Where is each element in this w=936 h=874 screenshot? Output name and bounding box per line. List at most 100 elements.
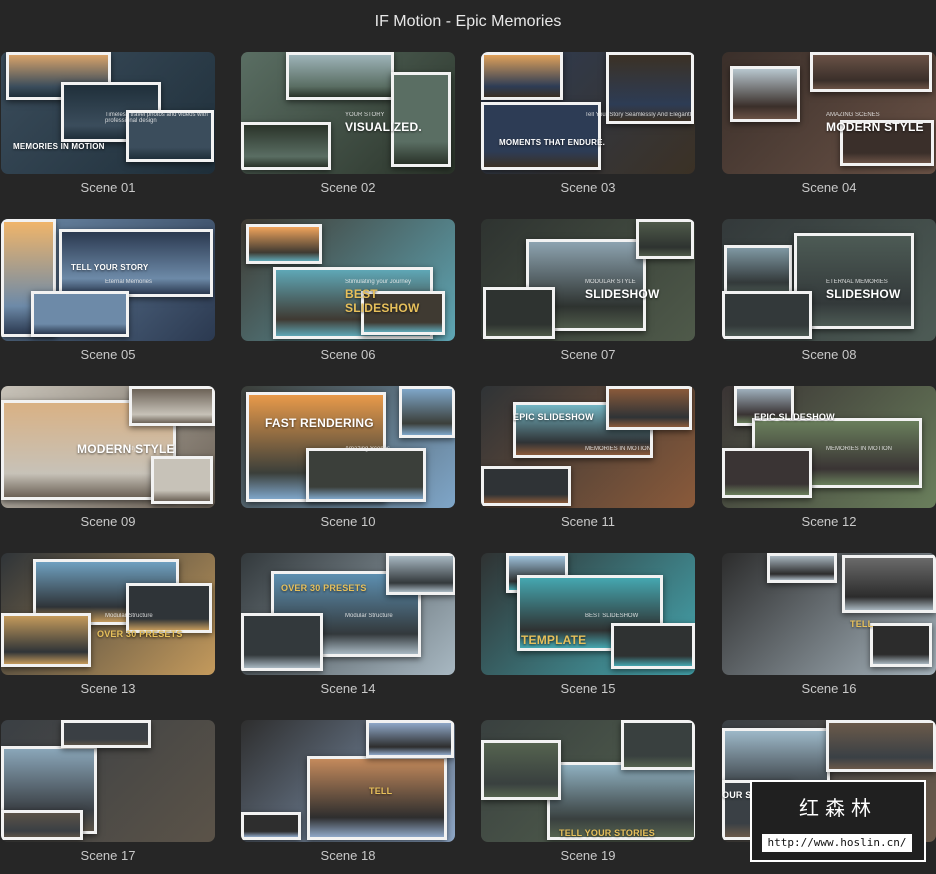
scene-label: Scene 03 bbox=[560, 180, 616, 195]
scene-thumbnail[interactable]: AMAZING SCENES MODERN STYLE bbox=[722, 52, 936, 174]
scene-subtitle: Tell Your Story Seamlessly And Elegantly bbox=[585, 112, 695, 118]
scene-caption: TELL bbox=[369, 786, 393, 796]
scene-card[interactable]: MODULAR STYLE SLIDESHOW Scene 07 bbox=[481, 219, 695, 362]
scene-card[interactable]: YOUR STORY VISUALIZED. Scene 02 bbox=[241, 52, 455, 195]
scene-subtitle: Stimulating your Journey bbox=[345, 279, 412, 285]
scene-subtitle: Eternal Memories bbox=[105, 279, 153, 285]
scene-caption: MOMENTS THAT ENDURE. bbox=[499, 138, 606, 147]
scene-label: Scene 07 bbox=[560, 347, 616, 362]
scene-photo-frame bbox=[722, 448, 812, 498]
scene-photo-frame bbox=[399, 386, 455, 438]
scene-photo-frame bbox=[366, 720, 454, 758]
scene-caption: MEMORIES IN MOTION bbox=[13, 142, 105, 151]
scene-card[interactable]: TELL YOUR STORIES Scene 19 bbox=[481, 720, 695, 863]
scene-photo-frame bbox=[1, 613, 91, 667]
scene-label: Scene 17 bbox=[80, 848, 136, 863]
scene-thumbnail[interactable]: MEMORIES IN MOTION EPIC SLIDESHOW bbox=[722, 386, 936, 508]
scene-caption: MODERN STYLE bbox=[826, 120, 924, 134]
scene-photo-frame bbox=[246, 224, 322, 264]
scene-thumbnail[interactable]: YOUR STORY VISUALIZED. bbox=[241, 52, 455, 174]
scene-thumbnail[interactable]: Modular Structure OVER 30 PRESETS bbox=[241, 553, 455, 675]
scene-card[interactable]: Amazing Scenes FAST RENDERING Scene 10 bbox=[241, 386, 455, 529]
scene-label: Scene 09 bbox=[80, 514, 136, 529]
scene-photo-frame bbox=[481, 466, 571, 506]
scene-photo-frame bbox=[386, 553, 455, 595]
scene-photo-frame bbox=[870, 623, 932, 667]
scene-thumbnail[interactable]: MODULAR STYLE SLIDESHOW bbox=[481, 219, 695, 341]
scene-photo-frame bbox=[481, 102, 601, 170]
scene-caption: SLIDESHOW bbox=[826, 287, 901, 301]
scene-card[interactable]: Eternal Memories TELL YOUR STORY Scene 05 bbox=[1, 219, 215, 362]
scene-thumbnail[interactable] bbox=[1, 720, 215, 842]
scene-label: Scene 06 bbox=[320, 347, 376, 362]
scene-thumbnail[interactable]: TELL YOUR STORIES bbox=[481, 720, 695, 842]
scene-card[interactable]: Tell Your Story Seamlessly And Elegantly… bbox=[481, 52, 695, 195]
scene-photo-frame bbox=[621, 720, 695, 770]
scene-photo-frame bbox=[1, 810, 83, 840]
scene-caption: BEST SLIDESHOW bbox=[345, 287, 420, 315]
scene-caption: VISUALIZED. bbox=[345, 120, 422, 134]
scene-subtitle: BEST SLIDESHOW bbox=[585, 613, 639, 619]
scene-card[interactable]: Scene 17 bbox=[1, 720, 215, 863]
scene-photo-frame bbox=[483, 287, 555, 339]
scene-card[interactable]: Free Lifestyle MODERN STYLE Scene 09 bbox=[1, 386, 215, 529]
scene-photo-frame bbox=[241, 812, 301, 840]
scene-card[interactable]: TELL Scene 16 bbox=[722, 553, 936, 696]
scene-label: Scene 04 bbox=[801, 180, 857, 195]
scene-photo-frame bbox=[61, 720, 151, 748]
scene-label: Scene 18 bbox=[320, 848, 376, 863]
scene-thumbnail[interactable]: Amazing Scenes FAST RENDERING bbox=[241, 386, 455, 508]
scene-label: Scene 19 bbox=[560, 848, 616, 863]
scene-label: Scene 13 bbox=[80, 681, 136, 696]
scene-thumbnail[interactable]: TELL bbox=[722, 553, 936, 675]
scene-subtitle: AMAZING SCENES bbox=[826, 112, 880, 118]
scene-label: Scene 10 bbox=[320, 514, 376, 529]
scene-card[interactable]: Modular Structure OVER 30 PRESETS Scene 14 bbox=[241, 553, 455, 696]
scene-card[interactable]: Modular Structure OVER 30 PRESETS Scene 13 bbox=[1, 553, 215, 696]
scene-card[interactable]: TELL Scene 18 bbox=[241, 720, 455, 863]
scene-subtitle: MEMORIES IN MOTION bbox=[585, 446, 651, 452]
scene-thumbnail[interactable]: Stimulating your Journey BEST SLIDESHOW bbox=[241, 219, 455, 341]
scene-photo-frame bbox=[129, 386, 215, 426]
scene-thumbnail[interactable]: TELL bbox=[241, 720, 455, 842]
watermark-url: http://www.hoslin.cn/ bbox=[762, 834, 912, 852]
scene-caption: OVER 30 PRESETS bbox=[97, 629, 183, 639]
scene-card[interactable]: BEST SLIDESHOW TEMPLATE Scene 15 bbox=[481, 553, 695, 696]
scene-card[interactable]: Stimulating your Journey BEST SLIDESHOW Sc… bbox=[241, 219, 455, 362]
scene-photo-frame bbox=[241, 613, 323, 671]
watermark-text: 红森林 bbox=[799, 796, 877, 820]
scene-thumbnail[interactable]: MEMORIES IN MOTION EPIC SLIDESHOW bbox=[481, 386, 695, 508]
scene-card[interactable]: AMAZING SCENES MODERN STYLE Scene 04 bbox=[722, 52, 936, 195]
scene-card[interactable]: ETERNAL MEMORIES SLIDESHOW Scene 08 bbox=[722, 219, 936, 362]
scene-photo-frame bbox=[306, 448, 426, 502]
scene-thumbnail[interactable]: Free Lifestyle MODERN STYLE bbox=[1, 386, 215, 508]
scene-thumbnail[interactable]: Eternal Memories TELL YOUR STORY bbox=[1, 219, 215, 341]
scene-label: Scene 12 bbox=[801, 514, 857, 529]
scene-thumbnail[interactable]: ETERNAL MEMORIES SLIDESHOW bbox=[722, 219, 936, 341]
scene-photo-frame bbox=[606, 386, 692, 430]
scene-thumbnail[interactable]: Tell Your Story Seamlessly And Elegantly… bbox=[481, 52, 695, 174]
scene-thumbnail[interactable]: Timeless travel photos and videos with p… bbox=[1, 52, 215, 174]
scene-caption: TELL YOUR STORY bbox=[71, 263, 149, 272]
scene-photo-frame bbox=[730, 66, 800, 122]
scene-subtitle: MEMORIES IN MOTION bbox=[826, 446, 892, 452]
scene-label: Scene 08 bbox=[801, 347, 857, 362]
scene-photo-frame bbox=[286, 52, 394, 100]
scene-label: Scene 11 bbox=[561, 514, 615, 529]
scene-photo-frame bbox=[767, 553, 837, 583]
scene-card[interactable]: MEMORIES IN MOTION EPIC SLIDESHOW Scene 12 bbox=[722, 386, 936, 529]
scene-thumbnail[interactable]: Modular Structure OVER 30 PRESETS bbox=[1, 553, 215, 675]
watermark-stamp: 红森林 http://www.hoslin.cn/ bbox=[750, 780, 926, 862]
scene-label: Scene 15 bbox=[560, 681, 616, 696]
scene-caption: EPIC SLIDESHOW bbox=[754, 412, 835, 422]
scene-label: Scene 05 bbox=[80, 347, 136, 362]
scene-photo-frame bbox=[31, 291, 129, 337]
scene-subtitle: YOUR STORY bbox=[345, 112, 385, 118]
scene-thumbnail[interactable]: BEST SLIDESHOW TEMPLATE bbox=[481, 553, 695, 675]
scene-card[interactable]: Timeless travel photos and videos with p… bbox=[1, 52, 215, 195]
scene-card[interactable]: MEMORIES IN MOTION EPIC SLIDESHOW Scene 11 bbox=[481, 386, 695, 529]
scene-photo-frame bbox=[126, 583, 212, 633]
scene-photo-frame bbox=[722, 291, 812, 339]
scene-subtitle: Modular Structure bbox=[345, 613, 393, 619]
scene-caption: TEMPLATE bbox=[521, 633, 587, 647]
